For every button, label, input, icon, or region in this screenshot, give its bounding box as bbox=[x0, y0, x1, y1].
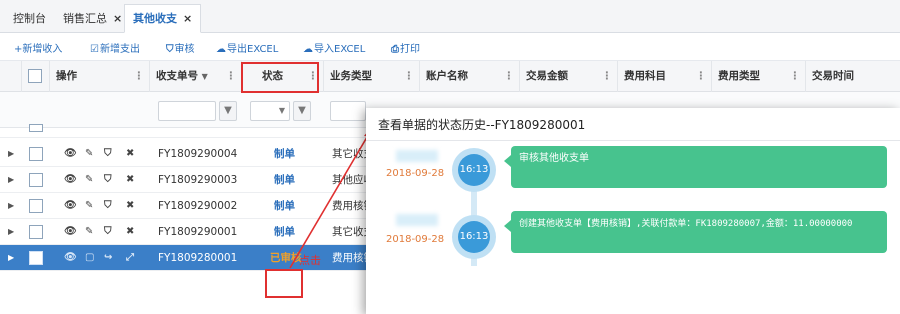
timeline-node: 16:13 bbox=[452, 148, 496, 192]
event-card: 审核其他收支单 bbox=[504, 146, 887, 188]
status-history-dialog: 查看单据的状态历史--FY1809280001 2018-09-28 16:13… bbox=[366, 108, 900, 314]
event-time: 16:13 bbox=[458, 154, 490, 186]
divider bbox=[366, 140, 900, 141]
event-date: 2018-09-28 bbox=[386, 234, 445, 245]
event-date: 2018-09-28 bbox=[386, 168, 445, 179]
event-card: 创建其他收支单【费用核销】,关联付款单：FK1809280007,金额：11.0… bbox=[504, 211, 887, 253]
event-time: 16:13 bbox=[458, 221, 490, 253]
blurred-user bbox=[396, 150, 438, 162]
blurred-user bbox=[396, 214, 438, 226]
event-text: 创建其他收支单【费用核销】,关联付款单：FK1809280007,金额：11.0… bbox=[519, 219, 853, 229]
dialog-title: 查看单据的状态历史--FY1809280001 bbox=[378, 118, 586, 132]
timeline-node: 16:13 bbox=[452, 215, 496, 259]
event-text: 审核其他收支单 bbox=[519, 153, 589, 164]
